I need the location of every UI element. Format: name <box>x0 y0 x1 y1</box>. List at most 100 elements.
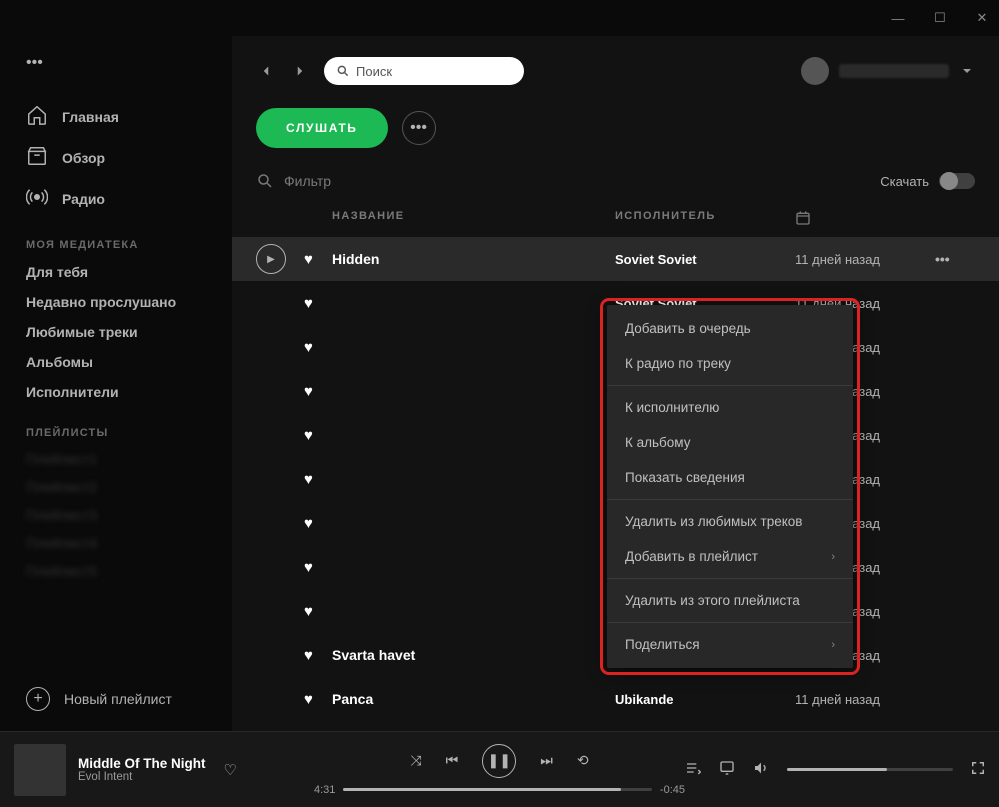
track-title: Panca <box>332 691 615 707</box>
playlist-item[interactable]: Плейлист1 <box>12 445 224 473</box>
listen-button[interactable]: СЛУШАТЬ <box>256 108 388 148</box>
maximize-button[interactable]: ☐ <box>931 10 949 26</box>
context-menu-label: Показать сведения <box>625 470 745 485</box>
context-menu-item[interactable]: Показать сведения <box>607 460 853 495</box>
new-playlist-button[interactable]: + Новый плейлист <box>12 679 224 719</box>
heart-icon[interactable]: ♥ <box>304 515 332 532</box>
filter-input[interactable]: Фильтр <box>256 172 870 190</box>
context-menu-item[interactable]: Поделиться› <box>607 627 853 662</box>
user-avatar[interactable] <box>801 57 829 85</box>
context-menu-label: К альбому <box>625 435 690 450</box>
track-more-button[interactable]: ••• <box>935 251 975 267</box>
context-menu-item[interactable]: Удалить из любимых треков <box>607 504 853 539</box>
library-item[interactable]: Исполнители <box>12 377 224 407</box>
chevron-down-icon[interactable] <box>959 63 975 79</box>
heart-icon[interactable]: ♥ <box>304 251 332 268</box>
playlist-item[interactable]: Плейлист5 <box>12 557 224 585</box>
library-section-title: МОЯ МЕДИАТЕКА <box>26 239 210 251</box>
search-placeholder: Поиск <box>356 64 392 79</box>
more-button[interactable]: ••• <box>402 111 436 145</box>
heart-icon[interactable]: ♥ <box>304 647 332 664</box>
context-menu-separator <box>607 622 853 623</box>
track-artist[interactable]: Ubikande <box>615 692 795 707</box>
queue-button[interactable] <box>685 760 701 779</box>
hero-actions: СЛУШАТЬ ••• <box>232 92 999 166</box>
library-item[interactable]: Для тебя <box>12 257 224 287</box>
topbar: Поиск <box>232 50 999 92</box>
play-pause-button[interactable]: ❚❚ <box>482 744 516 778</box>
now-playing-title[interactable]: Middle Of The Night <box>78 756 206 771</box>
heart-icon[interactable]: ♥ <box>304 603 332 620</box>
column-date[interactable] <box>795 210 935 229</box>
nav-label: Обзор <box>62 150 105 166</box>
column-title[interactable]: НАЗВАНИЕ <box>332 210 615 229</box>
heart-icon[interactable]: ♥ <box>304 295 332 312</box>
nav-item-radio[interactable]: Радио <box>12 178 224 219</box>
remaining-time: -0:45 <box>660 784 685 796</box>
playlist-item[interactable]: Плейлист4 <box>12 529 224 557</box>
context-menu-item[interactable]: Удалить из этого плейлиста <box>607 583 853 618</box>
library-item[interactable]: Альбомы <box>12 347 224 377</box>
player-bar: Middle Of The Night Evol Intent ♡ ⤨ ⏮ ❚❚… <box>0 731 999 807</box>
play-track-button[interactable]: ▶ <box>256 244 286 274</box>
like-button[interactable]: ♡ <box>224 761 237 779</box>
context-menu-item[interactable]: К альбому <box>607 425 853 460</box>
filter-placeholder: Фильтр <box>284 173 331 189</box>
username[interactable] <box>839 64 949 78</box>
context-menu-item[interactable]: Добавить в очередь <box>607 311 853 346</box>
track-date: 11 дней назад <box>795 252 935 267</box>
context-menu-item[interactable]: К радио по треку <box>607 346 853 381</box>
column-artist[interactable]: ИСПОЛНИТЕЛЬ <box>615 210 795 229</box>
home-icon <box>26 104 48 129</box>
playlist-item[interactable]: Плейлист2 <box>12 473 224 501</box>
context-menu-separator <box>607 385 853 386</box>
context-menu-item[interactable]: Добавить в плейлист› <box>607 539 853 574</box>
track-row[interactable]: ▶♥PancaUbikande11 дней назад••• <box>232 677 999 721</box>
radio-icon <box>26 186 48 211</box>
fullscreen-button[interactable] <box>971 761 985 778</box>
sidebar: ••• Главная Обзор Радио МОЯ МЕДИАТЕКА Для … <box>0 36 232 731</box>
heart-icon[interactable]: ♥ <box>304 427 332 444</box>
nav-item-home[interactable]: Главная <box>12 96 224 137</box>
download-label: Скачать <box>880 174 929 189</box>
heart-icon[interactable]: ♥ <box>304 383 332 400</box>
repeat-button[interactable]: ⟲ <box>577 752 589 769</box>
nav-forward-button[interactable] <box>290 61 310 81</box>
app-menu-icon[interactable]: ••• <box>26 54 50 78</box>
next-button[interactable]: ⏭ <box>540 752 553 769</box>
heart-icon[interactable]: ♥ <box>304 691 332 708</box>
context-menu-item[interactable]: К исполнителю <box>607 390 853 425</box>
track-row[interactable]: ▶♥HiddenSoviet Soviet11 дней назад••• <box>232 237 999 281</box>
search-input[interactable]: Поиск <box>324 57 524 85</box>
nav-item-browse[interactable]: Обзор <box>12 137 224 178</box>
main-content: Поиск СЛУШАТЬ ••• Фильтр Скачать НАЗВАНИ… <box>232 36 999 731</box>
previous-button[interactable]: ⏮ <box>446 752 459 769</box>
volume-button[interactable] <box>753 760 769 779</box>
shuffle-button[interactable]: ⤨ <box>410 752 421 769</box>
context-menu-label: Добавить в очередь <box>625 321 751 336</box>
progress-bar[interactable] <box>343 788 652 791</box>
context-menu-label: Поделиться <box>625 637 700 652</box>
devices-button[interactable] <box>719 760 735 779</box>
calendar-icon <box>795 210 811 226</box>
heart-icon[interactable]: ♥ <box>304 471 332 488</box>
library-item[interactable]: Недавно прослушано <box>12 287 224 317</box>
minimize-button[interactable]: — <box>889 11 907 26</box>
playlist-item[interactable]: Плейлист3 <box>12 501 224 529</box>
now-playing-art[interactable] <box>14 744 66 796</box>
plus-icon: + <box>26 687 50 711</box>
new-playlist-label: Новый плейлист <box>64 691 172 707</box>
track-artist[interactable]: Soviet Soviet <box>615 252 795 267</box>
track-list-header: НАЗВАНИЕ ИСПОЛНИТЕЛЬ <box>232 202 999 237</box>
context-menu-label: К радио по треку <box>625 356 731 371</box>
context-menu-label: Удалить из любимых треков <box>625 514 802 529</box>
nav-back-button[interactable] <box>256 61 276 81</box>
heart-icon[interactable]: ♥ <box>304 559 332 576</box>
now-playing-artist[interactable]: Evol Intent <box>78 771 206 783</box>
close-button[interactable]: ✕ <box>973 10 991 26</box>
heart-icon[interactable]: ♥ <box>304 339 332 356</box>
library-item[interactable]: Любимые треки <box>12 317 224 347</box>
volume-slider[interactable] <box>787 768 953 771</box>
nav-label: Главная <box>62 109 119 125</box>
download-toggle[interactable] <box>939 173 975 189</box>
